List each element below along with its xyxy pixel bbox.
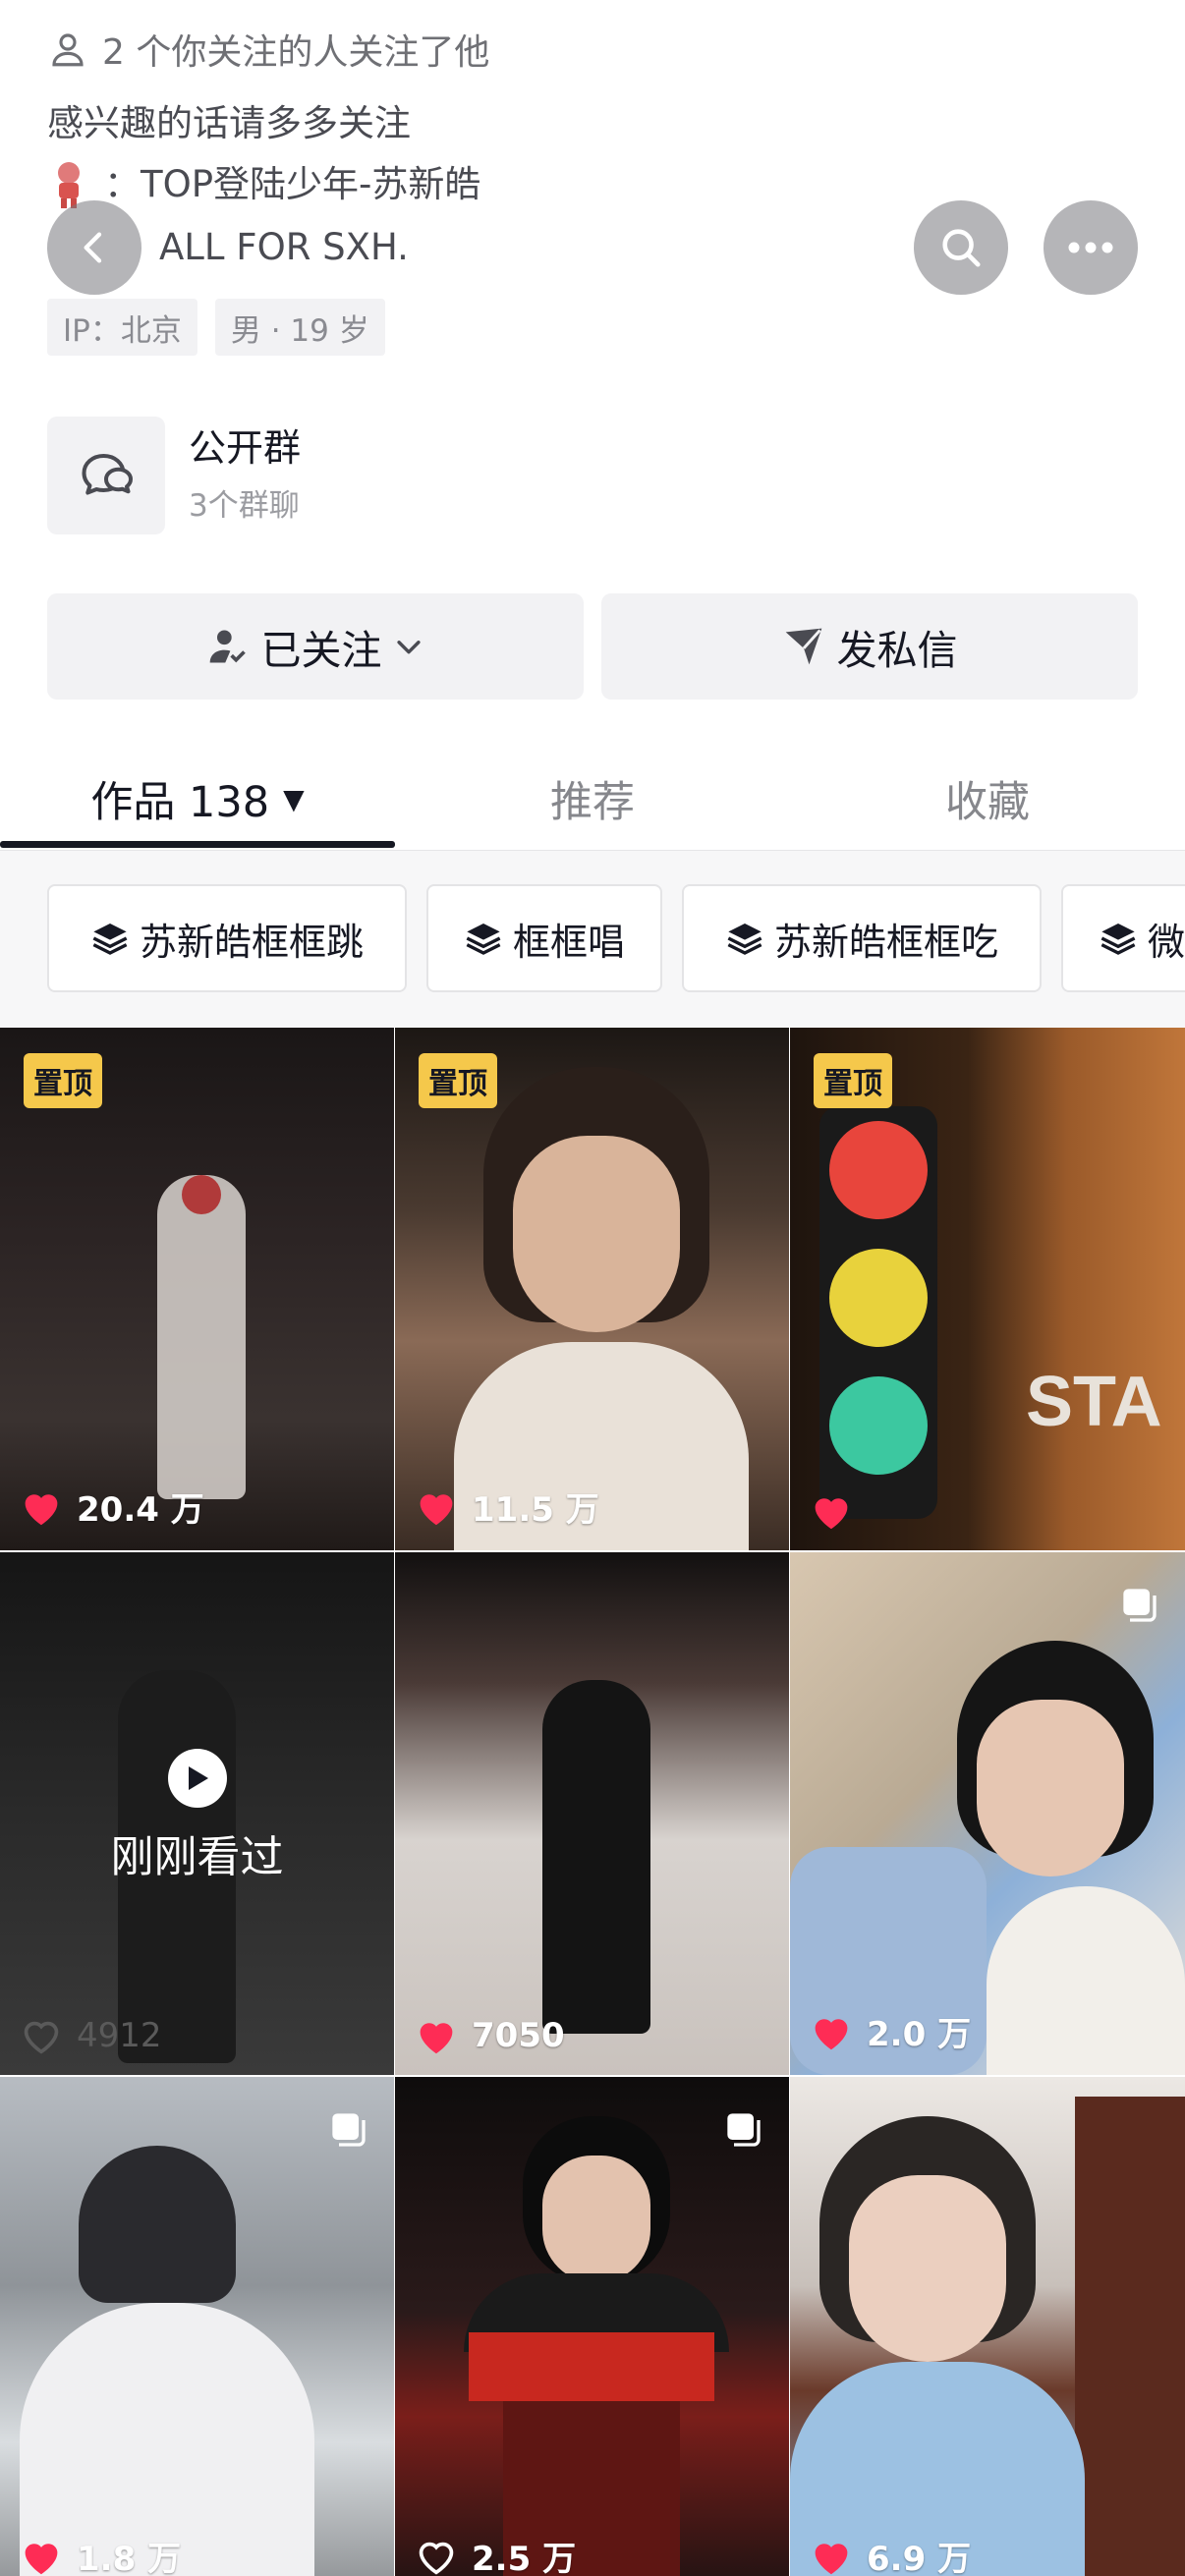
chevron-down-icon: [396, 641, 421, 654]
video-thumbnail[interactable]: 1.8 万: [0, 2077, 394, 2576]
bio-line: 感兴趣的话请多多关注: [47, 102, 411, 144]
like-count: 2.0 万: [810, 2007, 971, 2055]
video-thumbnail[interactable]: 2.0 万: [790, 1552, 1185, 2075]
search-button[interactable]: [914, 200, 1008, 295]
group-chat-tile: [47, 417, 165, 534]
send-icon: [785, 628, 821, 665]
mutual-follow-text: 2 个你关注的人关注了他: [102, 32, 490, 73]
collection-chip-label: 苏新皓框框吃: [774, 920, 999, 964]
pinned-badge: 置顶: [419, 1053, 497, 1108]
video-thumbnail[interactable]: 6.9 万: [790, 2077, 1185, 2576]
chat-icon: [82, 454, 133, 495]
like-count: 20.4 万: [20, 1483, 204, 1531]
layers-icon: [727, 924, 762, 955]
tab-works[interactable]: 作品 138 ▼: [0, 747, 395, 851]
group-title: 公开群: [189, 426, 302, 470]
profile-tabs: 作品 138 ▼ 推荐 收藏: [0, 747, 1185, 851]
multi-photo-icon: [1123, 1589, 1157, 1622]
layers-icon: [1100, 924, 1136, 955]
multi-photo-icon: [727, 2113, 761, 2147]
like-count-text: 4912: [77, 2016, 162, 2055]
like-count-text: 11.5 万: [472, 1490, 599, 1530]
video-thumbnail[interactable]: 置顶 20.4 万: [0, 1028, 394, 1550]
like-count: 11.5 万: [415, 1483, 599, 1531]
active-tab-indicator: [0, 841, 395, 848]
video-thumbnail[interactable]: 置顶 11.5 万: [395, 1028, 789, 1550]
like-count-text: 20.4 万: [77, 1490, 204, 1530]
like-count: 6.9 万: [810, 2532, 971, 2576]
layers-icon: [92, 924, 128, 955]
heart-icon: [420, 1493, 453, 1525]
followed-label: 已关注: [260, 627, 382, 674]
layers-icon: [466, 924, 501, 955]
video-thumbnail[interactable]: 刚刚看过 4912: [0, 1552, 394, 2075]
like-count: [810, 1491, 867, 1531]
collection-chip[interactable]: 微: [1061, 884, 1185, 992]
video-thumbnail[interactable]: 7050: [395, 1552, 789, 2075]
collection-chip[interactable]: 苏新皓框框吃: [682, 884, 1043, 992]
like-count-text: 6.9 万: [867, 2540, 972, 2576]
group-subtitle: 3个群聊: [189, 488, 300, 524]
collection-chip[interactable]: 框框唱: [426, 884, 663, 992]
heart-icon: [815, 2018, 848, 2049]
bio-text: ：TOP登陆少年-苏新皓: [104, 163, 481, 205]
like-count: 7050: [415, 2016, 565, 2055]
send-message-label: 发私信: [836, 627, 958, 674]
like-count-text: 2.5 万: [472, 2540, 577, 2576]
collection-chip[interactable]: 苏新皓框框跳: [47, 884, 408, 992]
gender-age-tag: 男 · 19 岁: [214, 299, 385, 356]
like-count-text: 2.0 万: [867, 2015, 972, 2054]
bio-line: ALL FOR SXH.: [159, 226, 409, 268]
profile-tags: IP：北京 男 · 19 岁: [47, 299, 385, 356]
collection-chip-label: 微: [1148, 920, 1185, 964]
like-count: 2.5 万: [415, 2532, 576, 2576]
followed-button[interactable]: 已关注: [47, 593, 584, 700]
like-count-text: 1.8 万: [77, 2540, 182, 2576]
heart-outline-icon: [24, 2021, 59, 2054]
more-button[interactable]: [1044, 200, 1138, 295]
back-button[interactable]: [47, 200, 141, 295]
tab-favorites[interactable]: 收藏: [790, 747, 1185, 851]
like-count: 4912: [20, 2016, 162, 2055]
heart-icon: [25, 2543, 58, 2574]
search-icon: [942, 229, 981, 267]
ip-location-tag: IP：北京: [47, 299, 198, 356]
video-thumbnail[interactable]: 2.5 万: [395, 2077, 789, 2576]
collection-chip-label: 苏新皓框框跳: [140, 920, 365, 964]
pinned-badge: 置顶: [814, 1053, 892, 1108]
collection-chips: 苏新皓框框跳 框框唱 苏新皓框框吃 微: [47, 884, 1185, 992]
pinned-badge: 置顶: [24, 1053, 102, 1108]
multi-photo-icon: [332, 2113, 366, 2147]
heart-icon: [420, 2023, 453, 2054]
heart-icon: [815, 2543, 848, 2574]
person-icon: [52, 33, 84, 67]
public-group-entry[interactable]: 公开群 3个群聊: [47, 417, 301, 534]
tab-recommend[interactable]: 推荐: [395, 747, 790, 851]
send-message-button[interactable]: 发私信: [601, 593, 1138, 700]
recently-viewed-label: 刚刚看过: [110, 1832, 284, 1882]
recently-viewed-overlay: 刚刚看过: [0, 1749, 394, 1884]
sign-graphic: STA: [1026, 1363, 1162, 1441]
heart-outline-icon: [419, 2542, 454, 2575]
like-count-text: 7050: [472, 2016, 565, 2055]
more-icon: [1068, 242, 1113, 253]
mutual-follow-line[interactable]: 2 个你关注的人关注了他: [47, 22, 489, 77]
video-thumbnail[interactable]: STA 置顶: [790, 1028, 1185, 1550]
heart-icon: [815, 1498, 848, 1530]
heart-icon: [25, 1493, 58, 1525]
like-count: 1.8 万: [20, 2532, 181, 2576]
tab-works-label: 作品 138: [90, 778, 270, 827]
play-icon: [167, 1749, 227, 1808]
collection-chip-label: 框框唱: [513, 920, 626, 964]
video-grid: 置顶 20.4 万 置顶 11.5 万 STA 置顶 刚刚看过 4912 705…: [0, 1028, 1185, 2576]
back-icon: [84, 232, 102, 263]
caret-down-icon: ▼: [283, 782, 305, 815]
person-check-icon: [209, 630, 246, 663]
